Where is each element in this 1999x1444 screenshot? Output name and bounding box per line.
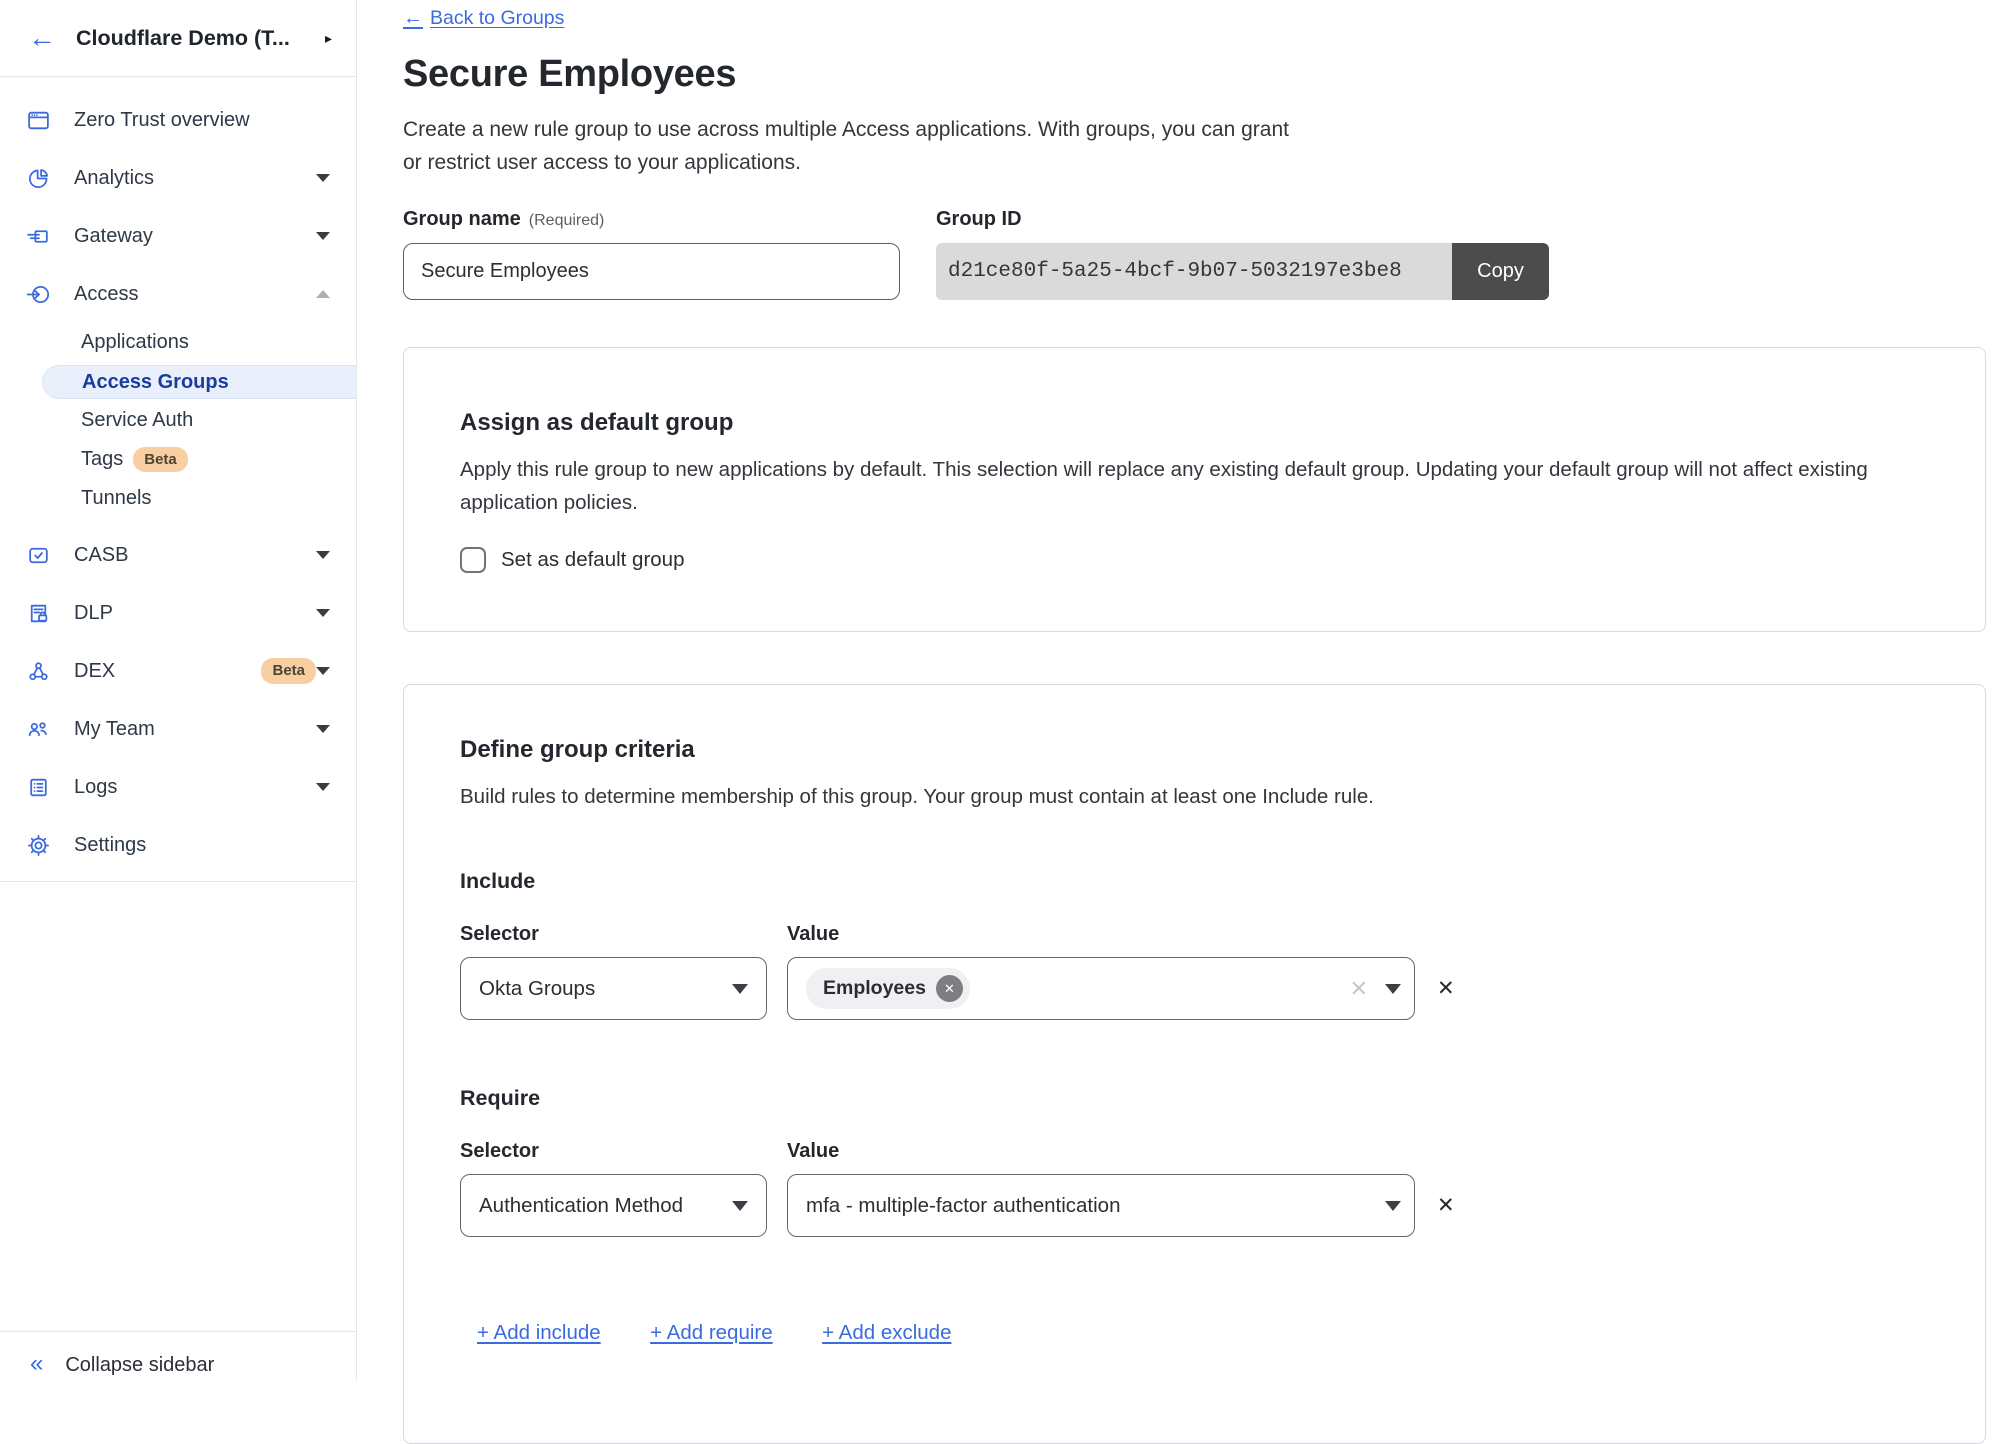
- default-group-description: Apply this rule group to new application…: [460, 453, 1929, 519]
- sidebar-item-dex[interactable]: DEX Beta: [0, 642, 356, 700]
- group-id-value: d21ce80f-5a25-4bcf-9b07-5032197e3be8: [936, 243, 1452, 300]
- gateway-icon: [26, 224, 51, 249]
- criteria-description: Build rules to determine membership of t…: [460, 780, 1929, 813]
- sidebar-item-tunnels[interactable]: Tunnels: [0, 479, 356, 518]
- add-exclude-link[interactable]: + Add exclude: [822, 1321, 951, 1344]
- collapse-sidebar-button[interactable]: « Collapse sidebar: [0, 1331, 356, 1381]
- value-label: Value: [787, 923, 839, 946]
- default-group-card: Assign as default group Apply this rule …: [403, 347, 1986, 632]
- add-include-link[interactable]: + Add include: [477, 1321, 601, 1344]
- selector-label: Selector: [460, 1140, 787, 1163]
- sidebar-item-applications[interactable]: Applications: [0, 323, 356, 362]
- default-group-heading: Assign as default group: [460, 408, 1929, 438]
- sidebar-item-access[interactable]: Access: [0, 265, 356, 323]
- include-heading: Include: [460, 869, 1929, 894]
- arrow-left-icon[interactable]: ←: [28, 24, 56, 52]
- criteria-heading: Define group criteria: [460, 735, 1929, 765]
- sidebar-header: ← Cloudflare Demo (T... ▸: [0, 0, 356, 77]
- beta-badge: Beta: [261, 658, 316, 684]
- team-icon: [26, 717, 51, 742]
- include-rule-row: Okta Groups Employees ✕ ✕ ✕: [460, 957, 1929, 1020]
- require-heading: Require: [460, 1086, 1929, 1111]
- sidebar-divider: [0, 881, 356, 882]
- login-icon: [26, 282, 51, 307]
- add-require-link[interactable]: + Add require: [650, 1321, 773, 1344]
- add-rule-links: + Add include + Add require + Add exclud…: [460, 1321, 1929, 1345]
- group-id-label: Group ID: [936, 208, 1022, 231]
- required-hint: (Required): [529, 212, 605, 230]
- gear-icon: [26, 833, 51, 858]
- sidebar-item-logs[interactable]: Logs: [0, 758, 356, 816]
- main-content: ← Back to Groups Secure Employees Create…: [357, 0, 1999, 1444]
- group-name-input[interactable]: [403, 243, 900, 300]
- sidebar-item-casb[interactable]: CASB: [0, 526, 356, 584]
- caret-right-icon[interactable]: ▸: [321, 26, 336, 51]
- remove-tag-icon[interactable]: ✕: [936, 975, 963, 1002]
- double-chevron-left-icon: «: [30, 1352, 43, 1376]
- require-selector-dropdown[interactable]: Authentication Method: [460, 1174, 767, 1237]
- dlp-icon: [26, 601, 51, 626]
- criteria-card: Define group criteria Build rules to det…: [403, 684, 1986, 1444]
- chevron-down-icon: [316, 551, 330, 559]
- sidebar-item-analytics[interactable]: Analytics: [0, 149, 356, 207]
- clear-values-icon[interactable]: ✕: [1350, 978, 1368, 1000]
- arrow-left-icon: ←: [403, 7, 423, 30]
- remove-include-rule-icon[interactable]: ✕: [1437, 978, 1455, 999]
- page-description: Create a new rule group to use across mu…: [403, 113, 1999, 179]
- chevron-down-icon: [316, 174, 330, 182]
- selector-label: Selector: [460, 923, 787, 946]
- page-title: Secure Employees: [403, 51, 1999, 97]
- chevron-up-icon: [316, 290, 330, 298]
- sidebar-item-service-auth[interactable]: Service Auth: [0, 401, 356, 440]
- window-icon: [26, 108, 51, 133]
- chevron-down-icon: [316, 232, 330, 240]
- require-rule-row: Authentication Method mfa - multiple-fac…: [460, 1174, 1929, 1237]
- sidebar: ← Cloudflare Demo (T... ▸ Zero Trust ove…: [0, 0, 357, 1381]
- chevron-down-icon: [316, 783, 330, 791]
- value-label: Value: [787, 1140, 839, 1163]
- sidebar-item-zero-trust-overview[interactable]: Zero Trust overview: [0, 91, 356, 149]
- remove-require-rule-icon[interactable]: ✕: [1437, 1195, 1455, 1216]
- chevron-down-icon: [1385, 1201, 1401, 1211]
- chevron-down-icon: [316, 725, 330, 733]
- value-tag: Employees ✕: [806, 968, 970, 1009]
- sidebar-nav: Zero Trust overview Analytics Gateway Ac…: [0, 77, 356, 882]
- chevron-down-icon: [316, 667, 330, 675]
- chevron-down-icon: [316, 609, 330, 617]
- chevron-down-icon: [1385, 984, 1401, 994]
- account-title: Cloudflare Demo (T...: [76, 26, 321, 51]
- require-value-dropdown[interactable]: mfa - multiple-factor authentication: [787, 1174, 1415, 1237]
- dex-icon: [26, 659, 51, 684]
- copy-button[interactable]: Copy: [1452, 243, 1549, 300]
- sidebar-item-tags[interactable]: Tags Beta: [0, 440, 356, 479]
- casb-icon: [26, 543, 51, 568]
- chevron-down-icon: [732, 1201, 748, 1211]
- logs-icon: [26, 775, 51, 800]
- sidebar-item-settings[interactable]: Settings: [0, 816, 356, 874]
- sidebar-item-dlp[interactable]: DLP: [0, 584, 356, 642]
- include-selector-dropdown[interactable]: Okta Groups: [460, 957, 767, 1020]
- default-group-checkbox[interactable]: [460, 547, 486, 573]
- beta-badge: Beta: [133, 447, 188, 473]
- sidebar-item-access-groups[interactable]: Access Groups: [42, 365, 356, 399]
- group-name-label: Group name: [403, 208, 521, 231]
- include-value-dropdown[interactable]: Employees ✕ ✕: [787, 957, 1415, 1020]
- access-submenu: Applications Access Groups Service Auth …: [0, 323, 356, 518]
- sidebar-item-gateway[interactable]: Gateway: [0, 207, 356, 265]
- pie-chart-icon: [26, 166, 51, 191]
- sidebar-item-my-team[interactable]: My Team: [0, 700, 356, 758]
- default-group-checkbox-label: Set as default group: [501, 548, 685, 572]
- group-form-row: Group name (Required) Group ID d21ce80f-…: [403, 208, 1999, 300]
- chevron-down-icon: [732, 984, 748, 994]
- back-to-groups-link[interactable]: ← Back to Groups: [403, 7, 564, 30]
